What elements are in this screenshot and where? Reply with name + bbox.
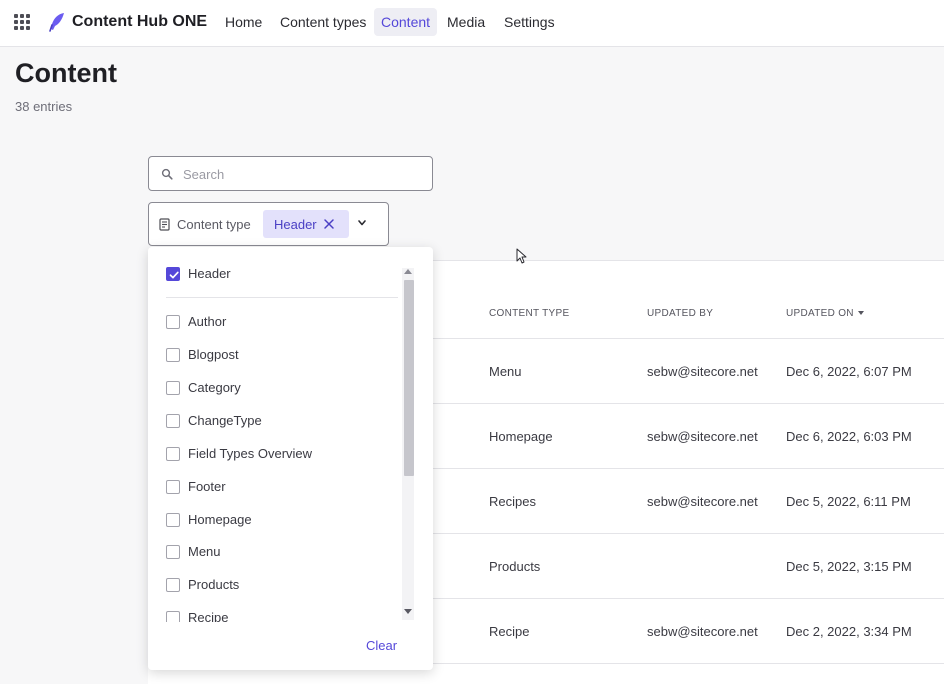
app-switcher-grid-icon[interactable] bbox=[14, 14, 30, 30]
content-hub-logo-icon bbox=[49, 13, 64, 32]
row-divider bbox=[433, 663, 944, 664]
scroll-up-arrow-icon[interactable] bbox=[404, 269, 412, 274]
page-title: Content bbox=[15, 58, 117, 88]
checkbox[interactable] bbox=[166, 480, 180, 494]
checkbox[interactable] bbox=[166, 545, 180, 559]
dropdown-option-category[interactable]: Category bbox=[166, 378, 396, 398]
option-label: ChangeType bbox=[188, 413, 262, 428]
table-row-updated-on: Dec 6, 2022, 6:03 PM bbox=[786, 429, 912, 444]
scroll-down-arrow-icon[interactable] bbox=[404, 609, 412, 614]
option-label: Menu bbox=[188, 544, 221, 559]
column-header-content-type[interactable]: CONTENT TYPE bbox=[489, 308, 569, 319]
top-nav-bar: Content Hub ONE Home Content types Conte… bbox=[0, 0, 944, 47]
content-type-filter[interactable]: Content type Header bbox=[148, 202, 389, 246]
content-type-label: Content type bbox=[177, 217, 251, 232]
search-box[interactable] bbox=[148, 156, 433, 191]
checkbox[interactable] bbox=[166, 348, 180, 362]
table-row-content-type: Products bbox=[489, 559, 541, 574]
table-row-updated-by: sebw@sitecore.net bbox=[647, 494, 758, 509]
dropdown-options-list[interactable]: Header Author Blogpost Category ChangeTy… bbox=[148, 247, 433, 622]
option-label: Header bbox=[188, 266, 231, 281]
checkbox[interactable] bbox=[166, 578, 180, 592]
nav-media[interactable]: Media bbox=[440, 8, 492, 36]
table-row-updated-by: sebw@sitecore.net bbox=[647, 429, 758, 444]
checkbox[interactable] bbox=[166, 381, 180, 395]
row-divider bbox=[433, 598, 944, 599]
remove-chip-close-icon[interactable] bbox=[323, 218, 335, 230]
column-header-updated-on-label: UPDATED ON bbox=[786, 308, 854, 319]
checkbox[interactable] bbox=[166, 414, 180, 428]
checkbox[interactable] bbox=[166, 611, 180, 622]
search-icon bbox=[161, 168, 173, 180]
table-row-updated-by: sebw@sitecore.net bbox=[647, 364, 758, 379]
option-label: Blogpost bbox=[188, 347, 239, 362]
checkbox[interactable] bbox=[166, 513, 180, 527]
dropdown-option-header[interactable]: Header bbox=[166, 264, 396, 284]
nav-home[interactable]: Home bbox=[218, 8, 269, 36]
content-type-dropdown: Header Author Blogpost Category ChangeTy… bbox=[148, 247, 433, 670]
dropdown-option-products[interactable]: Products bbox=[166, 575, 396, 595]
checkbox[interactable] bbox=[166, 315, 180, 329]
dropdown-option-blogpost[interactable]: Blogpost bbox=[166, 345, 396, 365]
option-label: Homepage bbox=[188, 512, 252, 527]
column-header-updated-on[interactable]: UPDATED ON bbox=[786, 308, 864, 319]
brand-name[interactable]: Content Hub ONE bbox=[72, 13, 207, 31]
content-type-icon bbox=[159, 218, 170, 231]
table-row-content-type: Menu bbox=[489, 364, 522, 379]
table-row-updated-on: Dec 2, 2022, 3:34 PM bbox=[786, 624, 912, 639]
option-label: Footer bbox=[188, 479, 226, 494]
dropdown-option-footer[interactable]: Footer bbox=[166, 477, 396, 497]
option-label: Field Types Overview bbox=[188, 446, 313, 461]
row-divider bbox=[433, 533, 944, 534]
nav-content-types[interactable]: Content types bbox=[273, 8, 373, 36]
table-row-updated-on: Dec 5, 2022, 6:11 PM bbox=[786, 494, 911, 509]
checkbox[interactable] bbox=[166, 447, 180, 461]
table-row-updated-on: Dec 6, 2022, 6:07 PM bbox=[786, 364, 912, 379]
nav-settings[interactable]: Settings bbox=[497, 8, 562, 36]
dropdown-divider bbox=[166, 297, 398, 298]
selected-filter-chip: Header bbox=[263, 210, 349, 238]
dropdown-option-author[interactable]: Author bbox=[166, 312, 396, 332]
mouse-cursor-icon bbox=[516, 248, 527, 264]
dropdown-option-recipe[interactable]: Recipe bbox=[166, 608, 396, 622]
checkbox-checked-icon[interactable] bbox=[166, 267, 180, 281]
dropdown-option-menu[interactable]: Menu bbox=[166, 542, 396, 562]
option-label: Recipe bbox=[188, 610, 229, 622]
chip-label: Header bbox=[274, 217, 317, 232]
option-label: Author bbox=[188, 314, 227, 329]
dropdown-option-homepage[interactable]: Homepage bbox=[166, 510, 396, 530]
column-header-updated-by[interactable]: UPDATED BY bbox=[647, 308, 713, 319]
dropdown-option-changetype[interactable]: ChangeType bbox=[166, 411, 396, 431]
entry-count: 38 entries bbox=[15, 99, 73, 114]
option-label: Products bbox=[188, 577, 240, 592]
table-row-updated-by: sebw@sitecore.net bbox=[647, 624, 758, 639]
row-divider bbox=[433, 468, 944, 469]
table-row-updated-on: Dec 5, 2022, 3:15 PM bbox=[786, 559, 912, 574]
row-divider bbox=[433, 338, 944, 339]
option-label: Category bbox=[188, 380, 241, 395]
clear-button[interactable]: Clear bbox=[366, 638, 397, 653]
dropdown-scrollbar-thumb[interactable] bbox=[404, 280, 414, 476]
dropdown-option-field-types-overview[interactable]: Field Types Overview bbox=[166, 444, 396, 464]
sort-descending-icon bbox=[857, 311, 864, 315]
table-row-content-type: Homepage bbox=[489, 429, 553, 444]
search-input[interactable] bbox=[183, 163, 423, 185]
nav-content[interactable]: Content bbox=[374, 8, 438, 36]
row-divider bbox=[433, 403, 944, 404]
chevron-down-icon[interactable] bbox=[357, 219, 367, 227]
table-row-content-type: Recipes bbox=[489, 494, 536, 509]
table-row-content-type: Recipe bbox=[489, 624, 530, 639]
